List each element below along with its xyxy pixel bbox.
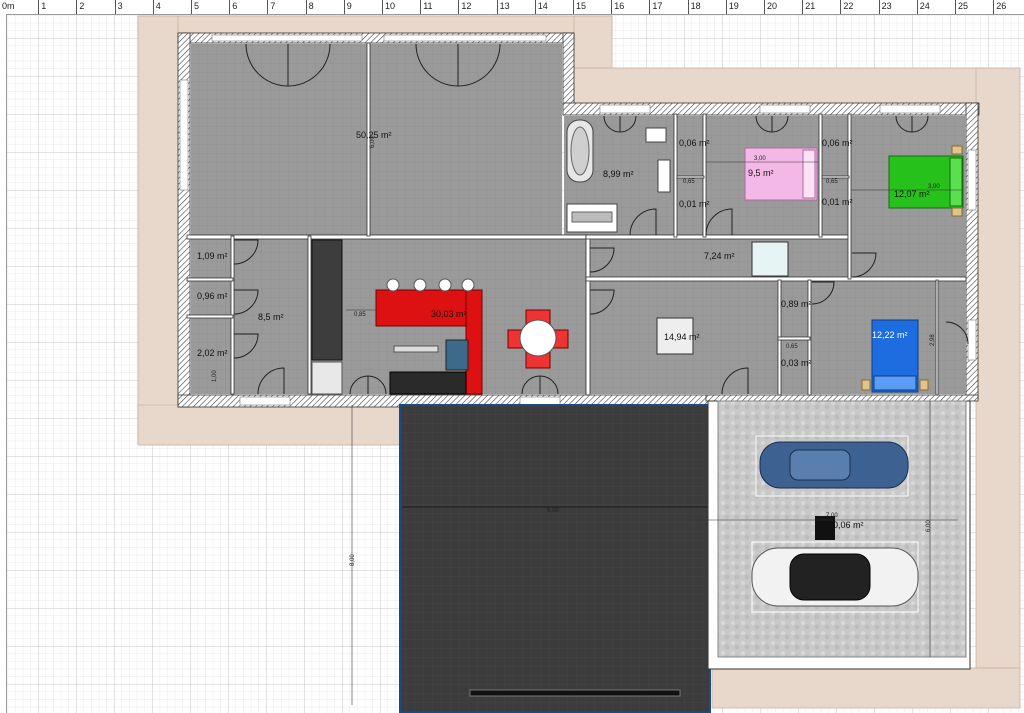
floor-plan-svg[interactable] bbox=[0, 0, 1024, 713]
room-label-carport: 0,06 m² bbox=[833, 520, 864, 530]
ruler-tick-label: 8 bbox=[308, 1, 314, 11]
dim-pink-bed: 3,00 bbox=[754, 156, 766, 162]
dim-terrace-width: 6,00 bbox=[547, 508, 559, 514]
room-label-bedroom-green: 12,07 m² bbox=[894, 189, 930, 199]
room-label-closet-c: 0,06 m² bbox=[822, 138, 853, 148]
ruler-tick-label: 9 bbox=[346, 1, 352, 11]
ruler-tick bbox=[802, 0, 804, 14]
ruler-tick bbox=[496, 0, 498, 14]
ruler-tick bbox=[649, 0, 651, 14]
ruler-tick-label: 24 bbox=[919, 1, 930, 11]
ruler-tick-label: 20 bbox=[767, 1, 778, 11]
room-label-closet-b: 0,01 m² bbox=[679, 199, 710, 209]
ruler-tick bbox=[955, 0, 956, 14]
ruler-tick bbox=[343, 0, 345, 14]
ruler-tick bbox=[229, 0, 231, 14]
ruler-tick-label: 18 bbox=[690, 1, 701, 11]
post bbox=[815, 516, 835, 540]
ruler-tick-label: 3 bbox=[117, 1, 123, 11]
ruler-tick bbox=[458, 0, 460, 14]
ruler-tick bbox=[305, 0, 307, 14]
ruler-tick bbox=[916, 0, 918, 14]
ruler-tick-label: 26 bbox=[996, 1, 1007, 11]
ruler-tick-label: 1 bbox=[41, 1, 47, 11]
dim-garage-depth: 6,00 bbox=[370, 136, 376, 148]
room-label-kitchen: 30,03 m² bbox=[431, 309, 467, 319]
dim-carport-depth: 6,00 bbox=[926, 520, 932, 532]
room-label-bedroom-pink: 9,5 m² bbox=[748, 168, 774, 178]
floor-plan-canvas[interactable]: 0m 1 2 3 4 5 6 7 8 9 10 11 12 13 14 15 16 17 18 19 20 21 22 23… bbox=[0, 0, 1024, 713]
dim-terrace-depth: 8,00 bbox=[350, 554, 356, 566]
ruler-tick bbox=[878, 0, 880, 14]
dim-green-bed: 3,00 bbox=[928, 184, 940, 190]
ruler-tick bbox=[114, 0, 116, 14]
ruler-tick-label: 4 bbox=[155, 1, 161, 11]
terrace bbox=[399, 404, 711, 713]
dim-closet-065-c: 0,65 bbox=[786, 344, 798, 350]
terrace-steps bbox=[469, 689, 681, 697]
car-blue bbox=[759, 441, 909, 489]
room-label-closet-f: 0,03 m² bbox=[781, 358, 812, 368]
ruler-tick bbox=[993, 0, 995, 14]
ruler-tick bbox=[611, 0, 613, 14]
room-label-closet-a: 0,06 m² bbox=[679, 138, 710, 148]
ruler-tick-label: 6 bbox=[232, 1, 238, 11]
ruler-tick-label: 14 bbox=[537, 1, 548, 11]
ruler-tick bbox=[382, 0, 383, 14]
ruler-tick bbox=[725, 0, 727, 14]
ruler-tick bbox=[152, 0, 154, 14]
ruler-tick bbox=[191, 0, 192, 14]
ruler-tick bbox=[420, 0, 422, 14]
ruler-tick bbox=[76, 0, 78, 14]
ruler-tick-label: 17 bbox=[652, 1, 663, 11]
room-label-8-5: 8,5 m² bbox=[258, 312, 284, 322]
car-white bbox=[751, 547, 919, 607]
room-label-closet-e: 0,89 m² bbox=[781, 299, 812, 309]
horizontal-ruler[interactable]: 0m 1 2 3 4 5 6 7 8 9 10 11 12 13 14 15 16 17 18 19 20 21 22 23… bbox=[0, 0, 1024, 15]
room-label-closet-d: 0,01 m² bbox=[822, 197, 853, 207]
dim-bed-blue-side: 2,98 bbox=[930, 334, 936, 346]
ruler-tick-label: 11 bbox=[423, 1, 433, 11]
vertical-ruler[interactable] bbox=[0, 14, 7, 713]
ruler-origin-label: 0m bbox=[2, 1, 15, 11]
room-label-2-02: 2,02 m² bbox=[197, 348, 228, 358]
ruler-tick-label: 13 bbox=[499, 1, 510, 11]
dim-carport-width: 7,00 bbox=[826, 513, 838, 519]
dim-kitchen-depth: 0,85 bbox=[354, 312, 366, 318]
ruler-tick bbox=[764, 0, 765, 14]
room-label-14-94: 14,94 m² bbox=[664, 332, 700, 342]
room-label-bedroom-blue: 12,22 m² bbox=[872, 330, 908, 340]
ruler-tick bbox=[534, 0, 536, 14]
ruler-tick bbox=[840, 0, 842, 14]
ruler-tick-label: 12 bbox=[461, 1, 472, 11]
dim-closet-065-a: 0,65 bbox=[683, 179, 695, 185]
room-label-0-96: 0,96 m² bbox=[197, 291, 228, 301]
ruler-tick bbox=[687, 0, 689, 14]
ruler-tick bbox=[573, 0, 574, 14]
dim-wc-depth: 1,00 bbox=[212, 370, 218, 382]
ruler-tick-label: 7 bbox=[270, 1, 276, 11]
ruler-tick bbox=[38, 0, 40, 14]
ruler-tick-label: 23 bbox=[881, 1, 892, 11]
room-label-bathroom: 8,99 m² bbox=[603, 169, 634, 179]
ruler-tick-label: 15 bbox=[576, 1, 587, 11]
ruler-tick-label: 10 bbox=[385, 1, 396, 11]
ruler-tick-label: 21 bbox=[805, 1, 816, 11]
ruler-tick-label: 25 bbox=[958, 1, 969, 11]
bed-green bbox=[888, 145, 964, 217]
shower-box bbox=[751, 241, 789, 277]
dim-closet-065-b: 0,65 bbox=[826, 179, 838, 185]
ruler-tick-label: 2 bbox=[79, 1, 85, 11]
ruler-tick bbox=[267, 0, 269, 14]
ruler-tick-label: 22 bbox=[843, 1, 854, 11]
ruler-tick-label: 5 bbox=[194, 1, 200, 11]
ruler-tick-label: 19 bbox=[728, 1, 739, 11]
ruler-tick-label: 16 bbox=[614, 1, 625, 11]
room-label-1-09: 1,09 m² bbox=[197, 251, 228, 261]
room-label-corridor: 7,24 m² bbox=[704, 251, 735, 261]
